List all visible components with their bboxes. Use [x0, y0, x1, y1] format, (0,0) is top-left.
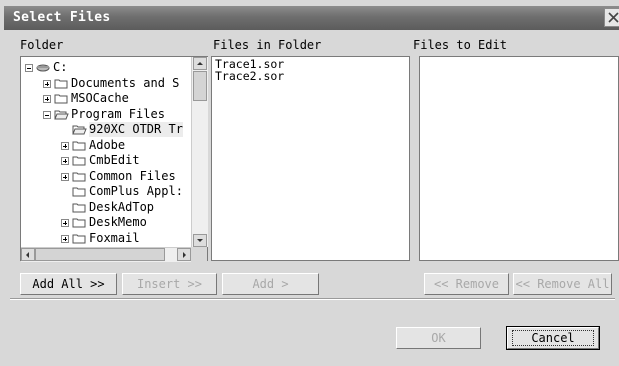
tree-node-label: C: — [53, 60, 68, 74]
tree-node[interactable]: DeskAdTop — [21, 200, 191, 215]
select-files-dialog: Select Files Folder Files in Folder File… — [0, 0, 619, 366]
files-to-edit-list[interactable] — [419, 56, 619, 261]
files-to-edit-label: Files to Edit — [413, 38, 507, 52]
arrow-up-icon — [197, 62, 203, 65]
close-button[interactable] — [604, 8, 619, 27]
expand-icon[interactable] — [61, 157, 69, 165]
tree-node-label: Foxmail — [89, 230, 140, 245]
tree-node[interactable]: 920XC OTDR Tr — [21, 122, 191, 137]
tree-node-label: Adobe — [89, 137, 126, 152]
arrow-left-icon — [26, 252, 29, 258]
expand-icon[interactable] — [43, 79, 51, 88]
title-bar[interactable]: Select Files — [4, 6, 619, 30]
cancel-button-label: Cancel — [512, 330, 594, 346]
tree-node-label: ComPlus Appl: — [89, 184, 183, 198]
separator — [10, 298, 615, 300]
tree-node-label: Program Files — [71, 106, 165, 121]
scroll-left-button[interactable] — [21, 248, 35, 261]
folder-tree-items: C: Documents and S MSOCache Program Files 92… — [21, 57, 191, 247]
cancel-button[interactable]: Cancel — [506, 326, 600, 350]
open-folder-icon — [54, 110, 69, 119]
drive-icon — [36, 64, 50, 72]
tree-node[interactable]: Program Files — [21, 107, 191, 122]
folder-icon — [72, 187, 86, 197]
tree-horizontal-scrollbar[interactable] — [21, 247, 191, 262]
scroll-down-button[interactable] — [193, 234, 207, 247]
tree-node-label: CmbEdit — [89, 153, 140, 167]
open-folder-icon — [72, 125, 87, 135]
expand-icon[interactable] — [61, 219, 69, 227]
tree-node[interactable]: MSOCache — [21, 91, 191, 106]
ok-button[interactable]: OK — [396, 327, 481, 349]
folder-icon — [72, 234, 86, 243]
tree-node[interactable]: DeskMemo — [21, 215, 191, 230]
folder-label: Folder — [20, 38, 64, 52]
tree-vertical-scrollbar[interactable] — [191, 57, 208, 247]
remove-all-button[interactable]: << Remove All — [513, 273, 612, 295]
scroll-up-button[interactable] — [193, 57, 207, 70]
folder-icon — [72, 172, 86, 181]
folder-icon — [72, 156, 86, 166]
arrow-down-icon — [197, 239, 203, 242]
scrollbar-corner — [191, 247, 207, 261]
add-all-button[interactable]: Add All >> — [20, 273, 117, 295]
folder-icon — [72, 218, 86, 228]
collapse-icon[interactable] — [43, 110, 51, 119]
tree-node[interactable]: CmbEdit — [21, 153, 191, 168]
tree-node-label: DeskMemo — [89, 215, 147, 229]
expand-icon[interactable] — [61, 234, 69, 243]
tree-node[interactable]: C: — [21, 60, 191, 75]
folder-icon — [72, 141, 86, 150]
expand-icon[interactable] — [43, 95, 51, 103]
files-in-folder-list[interactable]: Trace1.sor Trace2.sor — [211, 56, 410, 261]
folder-tree[interactable]: C: Documents and S MSOCache Program Files 92… — [20, 56, 208, 262]
remove-button[interactable]: << Remove — [424, 273, 509, 295]
close-icon — [608, 12, 619, 23]
tree-node-label: Common Files — [89, 168, 176, 183]
insert-button[interactable]: Insert >> — [122, 273, 217, 295]
scroll-thumb[interactable] — [193, 71, 207, 101]
tree-node-label: MSOCache — [71, 91, 129, 105]
collapse-icon[interactable] — [25, 64, 33, 72]
tree-node[interactable]: Adobe — [21, 138, 191, 153]
tree-node-label: 920XC OTDR Tr — [89, 122, 183, 137]
tree-node[interactable]: Foxmail — [21, 231, 191, 246]
folder-icon — [54, 94, 68, 104]
expand-icon[interactable] — [61, 172, 69, 181]
list-item[interactable]: Trace2.sor — [215, 70, 406, 82]
tree-node[interactable]: Common Files — [21, 169, 191, 184]
expand-icon[interactable] — [61, 141, 69, 150]
arrow-right-icon — [183, 252, 186, 258]
files-in-folder-label: Files in Folder — [213, 38, 322, 52]
scroll-right-button[interactable] — [177, 248, 191, 261]
tree-node-label: Documents and S — [71, 75, 180, 90]
dialog-title: Select Files — [13, 10, 111, 25]
folder-icon — [72, 203, 86, 212]
folder-icon — [54, 79, 68, 88]
tree-node[interactable]: Documents and S — [21, 76, 191, 91]
horizontal-scroll-thumb[interactable] — [35, 248, 165, 261]
tree-node[interactable]: ComPlus Appl: — [21, 184, 191, 199]
tree-node-label: DeskAdTop — [89, 199, 155, 214]
add-button[interactable]: Add > — [222, 273, 319, 295]
